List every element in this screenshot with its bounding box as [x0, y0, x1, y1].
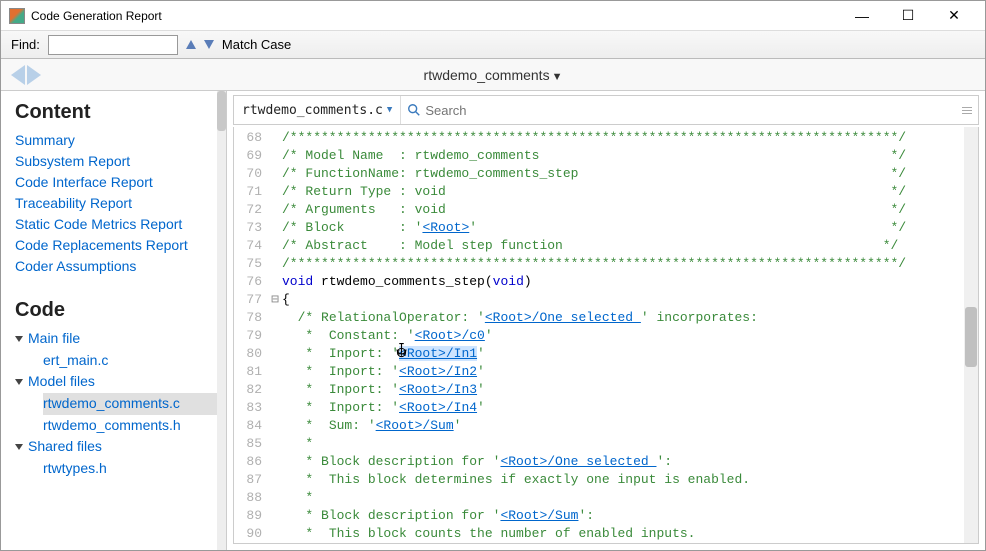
- content-link-4[interactable]: Static Code Metrics Report: [15, 214, 220, 235]
- editor-toolbar: rtwdemo_comments.c▼: [233, 95, 979, 125]
- code-line[interactable]: 87 * This block determines if exactly on…: [234, 471, 978, 489]
- nav-back-icon[interactable]: [11, 65, 25, 85]
- code-line[interactable]: 74/* Abstract : Model step function */: [234, 237, 978, 255]
- code-line[interactable]: 86 * Block description for '<Root>/One s…: [234, 453, 978, 471]
- sidebar: Content SummarySubsystem ReportCode Inte…: [1, 91, 227, 550]
- code-line[interactable]: 82 * Inport: '<Root>/In3': [234, 381, 978, 399]
- code-line[interactable]: 73/* Block : '<Root>' */: [234, 219, 978, 237]
- find-bar: Find: Match Case: [1, 31, 985, 59]
- code-line[interactable]: 76void rtwdemo_comments_step(void): [234, 273, 978, 291]
- content-link-5[interactable]: Code Replacements Report: [15, 235, 220, 256]
- window-title: Code Generation Report: [31, 9, 839, 23]
- tree-group-1[interactable]: Model files: [15, 371, 220, 393]
- code-line[interactable]: 79 * Constant: '<Root>/c0': [234, 327, 978, 345]
- content-link-2[interactable]: Code Interface Report: [15, 172, 220, 193]
- find-next-icon[interactable]: [204, 38, 214, 52]
- caret-down-icon: [15, 336, 23, 342]
- search-icon: [407, 103, 421, 117]
- sidebar-scrollbar[interactable]: [217, 91, 226, 550]
- minimize-button[interactable]: —: [839, 1, 885, 31]
- code-scrollbar[interactable]: [964, 127, 978, 543]
- tree-file[interactable]: rtwdemo_comments.c: [43, 393, 220, 415]
- code-line[interactable]: 81 * Inport: '<Root>/In2': [234, 363, 978, 381]
- code-heading: Code: [15, 299, 220, 322]
- match-case-label[interactable]: Match Case: [222, 37, 291, 52]
- code-line[interactable]: 80 * Inport: '<Root>/In1': [234, 345, 978, 363]
- code-line[interactable]: 77⊟{: [234, 291, 978, 309]
- find-label: Find:: [11, 37, 40, 52]
- code-line[interactable]: 90 * This block counts the number of ena…: [234, 525, 978, 543]
- code-line[interactable]: 70/* FunctionName: rtwdemo_comments_step…: [234, 165, 978, 183]
- file-dropdown[interactable]: rtwdemo_comments.c▼: [234, 96, 401, 124]
- tree-file[interactable]: ert_main.c: [43, 350, 220, 372]
- content-link-6[interactable]: Coder Assumptions: [15, 256, 220, 277]
- code-line[interactable]: 89 * Block description for '<Root>/Sum':: [234, 507, 978, 525]
- content-heading: Content: [15, 101, 220, 124]
- code-line[interactable]: 85 *: [234, 435, 978, 453]
- caret-down-icon: [15, 444, 23, 450]
- code-line[interactable]: 78 /* RelationalOperator: '<Root>/One se…: [234, 309, 978, 327]
- maximize-button[interactable]: ☐: [885, 1, 931, 31]
- code-area[interactable]: 68/*************************************…: [233, 127, 979, 544]
- tree-group-2[interactable]: Shared files: [15, 436, 220, 458]
- content-link-0[interactable]: Summary: [15, 130, 220, 151]
- hamburger-icon[interactable]: [962, 107, 978, 114]
- close-button[interactable]: ✕: [931, 1, 977, 31]
- caret-down-icon: [15, 379, 23, 385]
- code-line[interactable]: 69/* Model Name : rtwdemo_comments */: [234, 147, 978, 165]
- code-line[interactable]: 71/* Return Type : void */: [234, 183, 978, 201]
- content-link-1[interactable]: Subsystem Report: [15, 151, 220, 172]
- nav-bar: rtwdemo_comments▼: [1, 59, 985, 91]
- nav-title-dropdown[interactable]: rtwdemo_comments▼: [424, 67, 563, 83]
- nav-forward-icon[interactable]: [27, 65, 41, 85]
- titlebar: Code Generation Report — ☐ ✕: [1, 1, 985, 31]
- editor-pane: rtwdemo_comments.c▼ 68/*****************…: [227, 91, 985, 550]
- search-input[interactable]: [425, 103, 956, 118]
- code-line[interactable]: 75/*************************************…: [234, 255, 978, 273]
- tree-file[interactable]: rtwdemo_comments.h: [43, 415, 220, 437]
- content-link-3[interactable]: Traceability Report: [15, 193, 220, 214]
- code-line[interactable]: 72/* Arguments : void */: [234, 201, 978, 219]
- tree-group-0[interactable]: Main file: [15, 328, 220, 350]
- code-line[interactable]: 84 * Sum: '<Root>/Sum': [234, 417, 978, 435]
- find-input[interactable]: [48, 35, 178, 55]
- code-line[interactable]: 83 * Inport: '<Root>/In4': [234, 399, 978, 417]
- code-line[interactable]: 68/*************************************…: [234, 129, 978, 147]
- app-icon: [9, 8, 25, 24]
- tree-file[interactable]: rtwtypes.h: [43, 458, 220, 480]
- find-prev-icon[interactable]: [186, 38, 196, 52]
- code-line[interactable]: 88 *: [234, 489, 978, 507]
